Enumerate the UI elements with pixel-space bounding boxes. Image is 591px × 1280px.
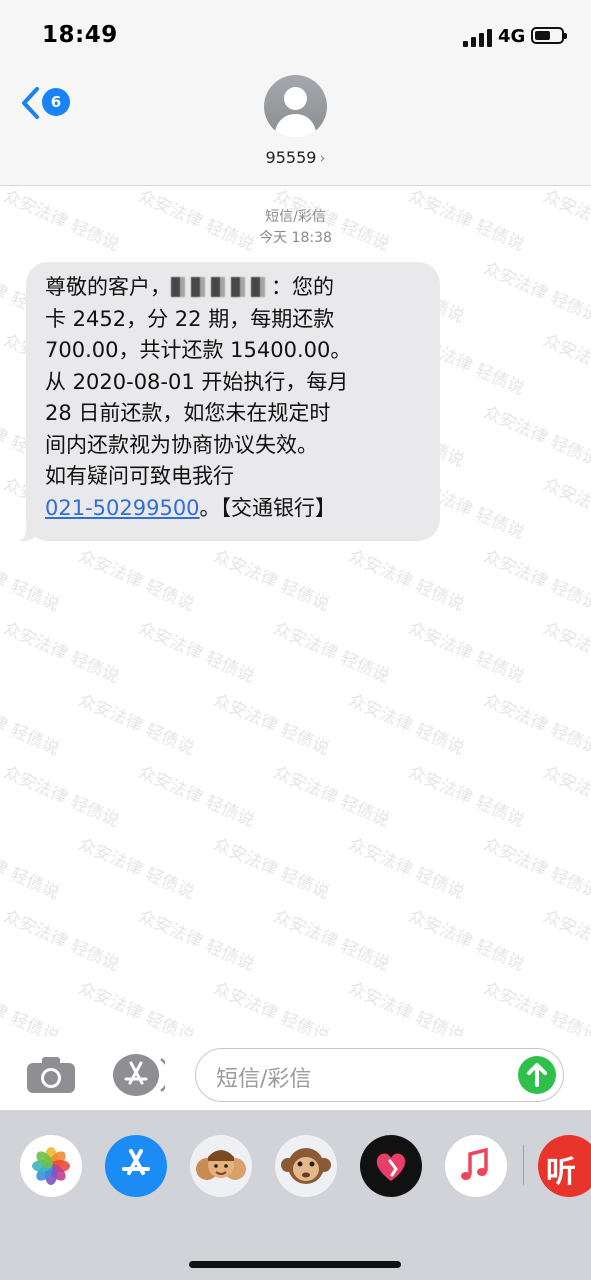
watermark-text: 众安法律 轻债说 (345, 546, 468, 616)
watermark-text: 众安法律 轻债说 (75, 834, 198, 904)
message-line: 021-50299500。【交通银行】 (45, 495, 337, 520)
watermark-text: 众安法律 轻债说 (0, 762, 123, 832)
watermark-text: 众安法律 轻债说 (405, 906, 528, 976)
watermark-text: 众安法律 轻债说 (0, 834, 63, 904)
back-button[interactable]: 6 (20, 84, 80, 124)
watermark-text: 众安法律 轻债说 (210, 546, 333, 616)
watermark-text: 众安法律 轻债说 (540, 906, 591, 975)
message-line: 如有疑问可致电我行 (45, 464, 234, 488)
message-timestamp: 今天 18:38 (259, 230, 332, 246)
camera-icon (27, 1057, 75, 1093)
arrow-up-icon (527, 1063, 547, 1087)
person-icon (284, 87, 307, 110)
phone-number-link[interactable]: 021-50299500 (45, 496, 200, 520)
message-input[interactable]: 短信/彩信 (195, 1048, 564, 1102)
home-indicator[interactable] (189, 1261, 401, 1268)
message-line: 28 日前还款，如您未在规定时 (45, 401, 331, 425)
watermark-text: 众安法律 轻债说 (345, 690, 468, 760)
message-line: 间内还款视为协商协议失效。 (45, 432, 318, 457)
status-time: 18:49 (42, 22, 118, 48)
music-note-icon (461, 1147, 488, 1180)
watermark-text: 众安法律 轻债说 (135, 618, 258, 688)
memoji-icon (196, 1150, 246, 1180)
watermark-text: 众安法律 轻债说 (0, 546, 63, 616)
network-type: 4G (498, 26, 526, 47)
received-message-bubble[interactable]: 尊敬的客户， ：您的 卡 2452，分 22 期，每期还款 700.00，共计还款… (12, 262, 440, 541)
watermark-text: 众安法律 轻债说 (135, 762, 258, 832)
memoji-app[interactable] (190, 1135, 252, 1197)
watermark-text: 众安法律 轻债说 (210, 690, 333, 760)
conversation-header: 6 95559 › (0, 62, 591, 186)
listen-app[interactable]: 听 (538, 1135, 591, 1197)
app-store-icon (113, 1054, 171, 1096)
photos-icon (32, 1147, 70, 1185)
message-line: 尊敬的客户， ：您的 (45, 275, 334, 299)
contact-name-button[interactable]: 95559 › (0, 148, 591, 167)
send-button[interactable] (518, 1056, 556, 1094)
chevron-left-icon (22, 87, 39, 119)
watermark-text: 众安法律 轻债说 (540, 474, 591, 543)
monkey-icon (281, 1148, 331, 1184)
photos-app[interactable] (20, 1135, 82, 1197)
app-store-button[interactable] (111, 1053, 171, 1097)
message-line: 700.00，共计还款 15400.00。 (45, 338, 352, 362)
battery-icon (531, 27, 567, 44)
message-line: 从 2020-08-01 开始执行，每月 (45, 369, 349, 394)
digital-touch-app[interactable] (360, 1135, 422, 1197)
music-app[interactable] (445, 1135, 507, 1197)
watermark-text: 众安法律 轻债说 (480, 834, 591, 904)
watermark-text: 众安法律 轻债说 (405, 618, 528, 688)
compose-bar: 短信/彩信 (0, 1036, 591, 1110)
battery-level (535, 31, 550, 40)
watermark-text: 众安法律 轻债说 (405, 762, 528, 832)
chevron-right-icon: › (319, 149, 326, 167)
watermark-text: 众安法律 轻债说 (480, 258, 591, 328)
watermark-text: 众安法律 轻债说 (345, 834, 468, 904)
watermark-text: 众安法律 轻债说 (75, 546, 198, 616)
message-input-placeholder: 短信/彩信 (216, 1067, 312, 1092)
watermark-text: 众安法律 轻债说 (270, 618, 393, 688)
animoji-app[interactable] (275, 1135, 337, 1197)
redacted-name (171, 277, 271, 297)
watermark-text: 众安法律 轻债说 (540, 762, 591, 831)
watermark-text: 众安法律 轻债说 (270, 906, 393, 976)
watermark-text: 众安法律 轻债说 (0, 690, 63, 760)
watermark-text: 众安法律 轻债说 (0, 906, 123, 976)
message-line: 卡 2452，分 22 期，每期还款 (45, 306, 335, 331)
watermark-text: 众安法律 轻债说 (480, 690, 591, 760)
watermark-text: 众安法律 轻债说 (540, 618, 591, 687)
drawer-divider (523, 1145, 524, 1185)
unread-badge: 6 (42, 88, 70, 116)
message-type-label: 短信/彩信 (265, 209, 326, 225)
contact-avatar[interactable] (264, 75, 327, 138)
app-store-icon (122, 1149, 150, 1175)
camera-button[interactable] (25, 1055, 77, 1095)
watermark-text: 众安法律 轻债说 (480, 546, 591, 616)
watermark-text: 众安法律 轻债说 (0, 618, 123, 688)
watermark-text: 众安法律 轻债说 (480, 402, 591, 472)
status-bar: 18:49 4G (0, 0, 591, 62)
signal-icon (463, 29, 493, 47)
watermark-text: 众安法律 轻债说 (75, 690, 198, 760)
listen-icon: 听 (546, 1155, 576, 1190)
app-drawer: 听 (0, 1110, 591, 1280)
watermark-text: 众安法律 轻债说 (540, 330, 591, 399)
watermark-text: 众安法律 轻债说 (135, 906, 258, 976)
heart-icon (376, 1153, 406, 1181)
contact-name: 95559 (265, 148, 317, 167)
app-store-app[interactable] (105, 1135, 167, 1197)
watermark-text: 众安法律 轻债说 (270, 762, 393, 832)
watermark-text: 众安法律 轻债说 (210, 834, 333, 904)
